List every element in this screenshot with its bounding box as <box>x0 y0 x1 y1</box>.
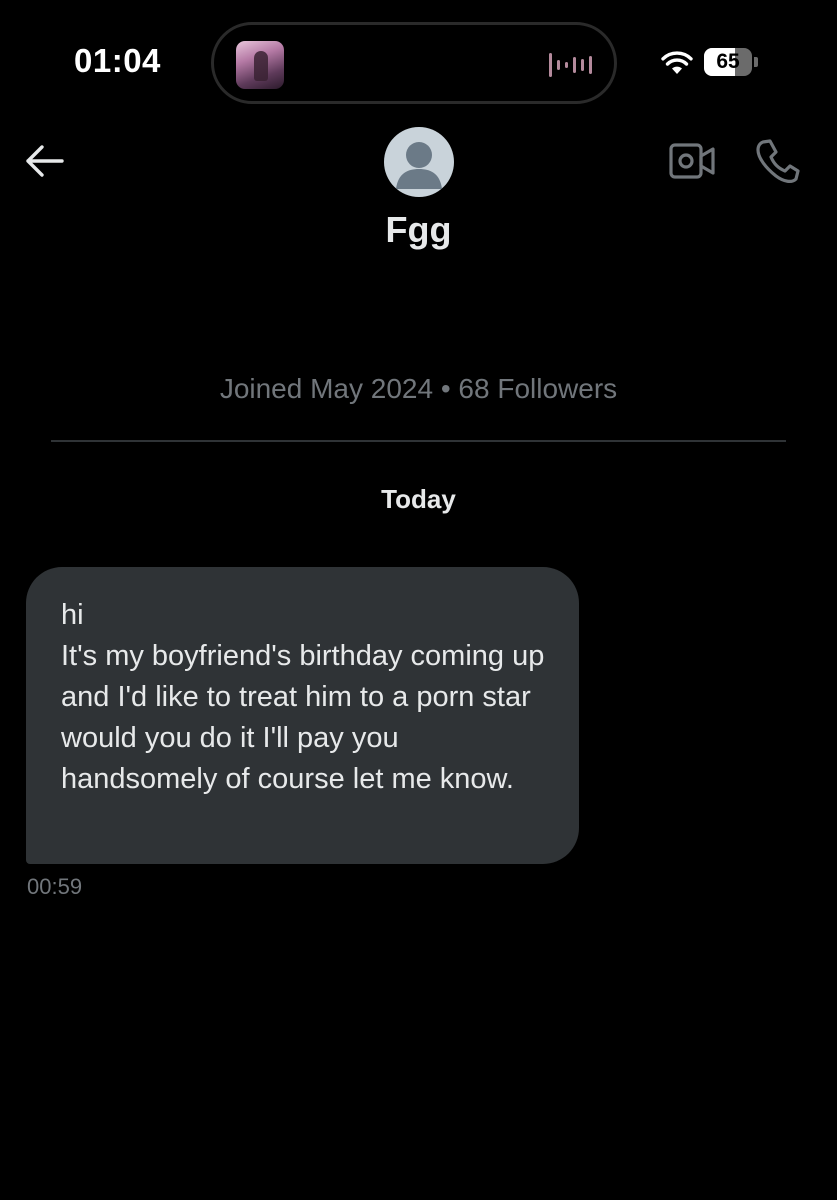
battery-icon: 65 <box>704 48 752 76</box>
phone-icon[interactable] <box>754 138 800 184</box>
battery-cap <box>754 57 758 67</box>
dynamic-island[interactable] <box>211 22 617 104</box>
status-time: 01:04 <box>74 42 161 79</box>
message-bubble[interactable]: hi It's my boyfriend's birthday coming u… <box>26 567 579 864</box>
dm-screen: 01:04 65 Fgg Joined May 2024 • 68 Follow… <box>0 0 837 1200</box>
date-separator: Today <box>381 484 456 514</box>
contact-name[interactable]: Fgg <box>0 209 837 251</box>
now-playing-artwork <box>236 41 284 89</box>
message-text: hi It's my boyfriend's birthday coming u… <box>61 599 545 795</box>
divider <box>51 440 786 442</box>
message-timestamp: 00:59 <box>27 874 83 899</box>
audio-waveform-icon <box>549 53 592 77</box>
battery-level: 65 <box>716 50 740 73</box>
wifi-icon <box>661 51 693 74</box>
video-camera-icon[interactable] <box>669 142 715 180</box>
arrow-left-icon[interactable] <box>24 143 64 179</box>
contact-avatar[interactable] <box>384 127 454 197</box>
default-avatar-icon <box>396 142 442 189</box>
profile-meta: Joined May 2024 • 68 Followers <box>219 373 618 404</box>
